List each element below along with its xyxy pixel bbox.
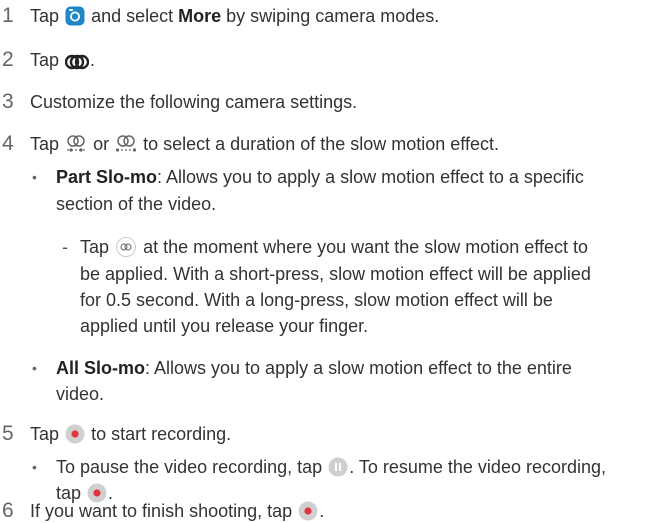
- record-icon: [65, 424, 85, 444]
- dash: -: [62, 237, 68, 257]
- step-number: 5: [2, 422, 14, 445]
- bullet: •: [32, 360, 37, 376]
- step-number: 2: [2, 48, 14, 71]
- part-slomo-line-1: Part Slo-mo: Allows you to apply a slow …: [56, 167, 584, 187]
- bullet: •: [32, 459, 37, 475]
- slow-motion-icon: [65, 54, 90, 70]
- step-number: 1: [2, 4, 14, 27]
- dash-item-line-3: for 0.5 second. With a long-press, slow …: [80, 290, 553, 310]
- dash-item-line-1: Tap at the moment where you want the slo…: [80, 237, 588, 257]
- step-number: 6: [2, 499, 14, 522]
- dash-item-line-2: be applied. With a short-press, slow mot…: [80, 264, 591, 284]
- all-slomo-line-2: video.: [56, 384, 105, 404]
- camera-app-icon: [65, 6, 85, 26]
- step-2: Tap .: [30, 50, 96, 70]
- step-6: If you want to finish shooting, tap .: [30, 501, 325, 521]
- pause-line-1: To pause the video recording, tap . To r…: [56, 457, 607, 477]
- all-slomo-line-1: All Slo-mo: Allows you to apply a slow m…: [56, 358, 572, 378]
- dash-item-line-4: applied until you release your finger.: [80, 316, 369, 336]
- slomo-button-icon: [115, 237, 137, 257]
- step-3: Customize the following camera settings.: [30, 92, 358, 112]
- step-number: 4: [2, 132, 14, 155]
- document-page: 1 Tap and select More by swiping camera …: [0, 0, 649, 523]
- part-slomo-line-2: section of the video.: [56, 194, 217, 214]
- step-5: Tap to start recording.: [30, 424, 232, 444]
- record-icon: [298, 501, 318, 521]
- all-slomo-icon: [115, 134, 137, 154]
- step-4: Tap or to select a duration of the slow …: [30, 134, 499, 154]
- part-slomo-icon: [65, 134, 87, 154]
- step-number: 3: [2, 90, 14, 113]
- bullet: •: [32, 169, 37, 185]
- step-1: Tap and select More by swiping camera mo…: [30, 6, 440, 26]
- pause-icon: [328, 457, 348, 477]
